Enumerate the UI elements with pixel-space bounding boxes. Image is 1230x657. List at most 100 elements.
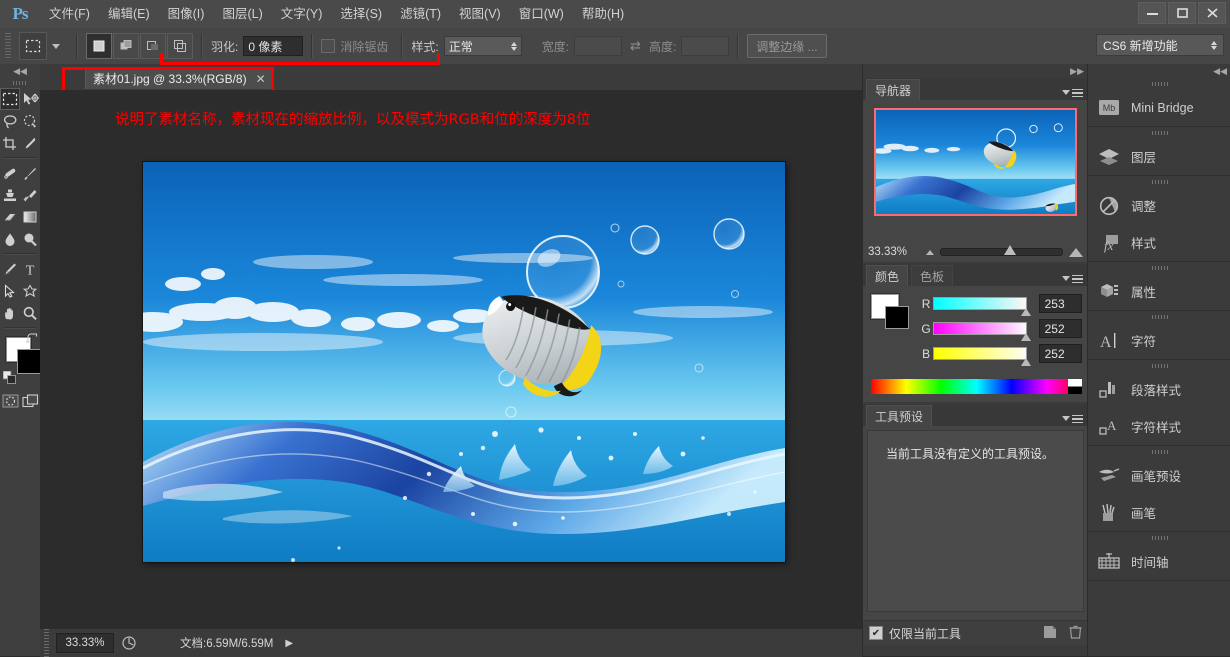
menu-image[interactable]: 图像(I) bbox=[159, 0, 214, 28]
icon-dock-grip[interactable] bbox=[1088, 446, 1230, 457]
menu-edit[interactable]: 编辑(E) bbox=[99, 0, 159, 28]
tool-custom-shape[interactable] bbox=[20, 280, 40, 302]
icon-dock-grip[interactable] bbox=[1088, 360, 1230, 371]
channel-value-b[interactable]: 252 bbox=[1038, 344, 1082, 363]
new-preset-icon[interactable] bbox=[1043, 625, 1057, 642]
menu-window[interactable]: 窗口(W) bbox=[510, 0, 573, 28]
panel-item-character[interactable]: A 字符 bbox=[1088, 322, 1230, 359]
close-icon[interactable]: ✕ bbox=[256, 72, 266, 86]
panel-item-adjustments[interactable]: 调整 bbox=[1088, 187, 1230, 224]
icon-dock-grip[interactable] bbox=[1088, 311, 1230, 322]
workspace-switcher[interactable]: CS6 新增功能 bbox=[1096, 34, 1224, 56]
toolbox-grip[interactable] bbox=[0, 78, 40, 88]
current-tool-only-checkbox[interactable]: ✔ bbox=[869, 626, 883, 640]
tool-eraser[interactable] bbox=[0, 206, 20, 228]
tool-presets-list[interactable]: 当前工具没有定义的工具预设。 bbox=[867, 430, 1084, 612]
color-background-swatch[interactable] bbox=[885, 306, 909, 329]
icon-dock-grip[interactable] bbox=[1088, 262, 1230, 273]
zoom-out-icon[interactable] bbox=[926, 249, 934, 255]
color-panel-menu-icon[interactable] bbox=[1062, 274, 1083, 283]
menu-layer[interactable]: 图层(L) bbox=[213, 0, 271, 28]
document-canvas[interactable] bbox=[143, 162, 785, 562]
channel-slider-r[interactable] bbox=[933, 297, 1031, 316]
tool-path-selection[interactable] bbox=[0, 280, 20, 302]
status-menu-arrow-icon[interactable]: ▶ bbox=[285, 638, 293, 649]
channel-slider-g[interactable] bbox=[933, 322, 1031, 341]
minimize-button[interactable] bbox=[1138, 2, 1166, 24]
tool-dodge[interactable] bbox=[20, 228, 40, 250]
tab-navigator[interactable]: 导航器 bbox=[866, 79, 921, 100]
panel-item-character-styles[interactable]: A 字符样式 bbox=[1088, 408, 1230, 445]
document-tab[interactable]: 素材01.jpg @ 33.3%(RGB/8) ✕ bbox=[85, 67, 274, 89]
panel-item-timeline[interactable]: 时间轴 bbox=[1088, 543, 1230, 580]
menu-view[interactable]: 视图(V) bbox=[450, 0, 510, 28]
panel-item-brush-presets[interactable]: 画笔预设 bbox=[1088, 457, 1230, 494]
tool-spot-healing-brush[interactable] bbox=[0, 162, 20, 184]
refine-edge-button[interactable]: 调整边缘 ... bbox=[747, 34, 827, 58]
channel-value-r[interactable]: 253 bbox=[1038, 294, 1082, 313]
tool-blur[interactable] bbox=[0, 228, 20, 250]
panel-item-layers[interactable]: 图层 bbox=[1088, 138, 1230, 175]
add-to-selection-button[interactable] bbox=[113, 33, 139, 59]
new-selection-button[interactable] bbox=[86, 33, 112, 59]
channel-value-g[interactable]: 252 bbox=[1038, 319, 1082, 338]
navigator-thumbnail[interactable] bbox=[874, 108, 1077, 216]
tab-swatches[interactable]: 色板 bbox=[911, 265, 954, 286]
tab-color[interactable]: 颜色 bbox=[866, 265, 909, 286]
menu-filter[interactable]: 滤镜(T) bbox=[391, 0, 450, 28]
tool-quick-selection[interactable] bbox=[20, 110, 40, 132]
quick-mask-icon[interactable] bbox=[0, 391, 20, 411]
tool-move[interactable] bbox=[20, 88, 40, 110]
zoom-slider-thumb[interactable] bbox=[1003, 245, 1016, 255]
navigator-zoom-slider[interactable] bbox=[926, 245, 1083, 257]
maximize-button[interactable] bbox=[1168, 2, 1196, 24]
menu-help[interactable]: 帮助(H) bbox=[573, 0, 633, 28]
tool-horizontal-type[interactable]: T bbox=[20, 258, 40, 280]
tool-presets-menu-icon[interactable] bbox=[1062, 414, 1083, 423]
tool-eyedropper[interactable] bbox=[20, 132, 40, 154]
channel-slider-thumb-r[interactable] bbox=[1020, 308, 1031, 316]
panel-item-brush[interactable]: 画笔 bbox=[1088, 494, 1230, 531]
toolbox-collapse-icon[interactable]: ◀◀ bbox=[0, 64, 40, 78]
height-input[interactable] bbox=[681, 36, 730, 56]
channel-slider-b[interactable] bbox=[933, 347, 1031, 366]
channel-slider-thumb-b[interactable] bbox=[1020, 358, 1031, 366]
color-spectrum-bar[interactable] bbox=[871, 379, 1082, 394]
screen-mode-icon[interactable] bbox=[20, 391, 40, 411]
tool-rectangular-marquee[interactable] bbox=[0, 88, 20, 110]
tool-gradient[interactable] bbox=[20, 206, 40, 228]
width-input[interactable] bbox=[574, 36, 623, 56]
tool-clone-stamp[interactable] bbox=[0, 184, 20, 206]
icon-dock-grip[interactable] bbox=[1088, 127, 1230, 138]
default-colors-icon[interactable] bbox=[2, 370, 16, 387]
options-bar-grip[interactable] bbox=[3, 33, 13, 59]
document-proxy-icon[interactable] bbox=[118, 634, 140, 652]
tool-zoom[interactable] bbox=[20, 302, 40, 324]
navigator-zoom-value[interactable]: 33.33% bbox=[868, 246, 926, 258]
panel-item-properties[interactable]: 属性 bbox=[1088, 273, 1230, 310]
zoom-slider-track[interactable] bbox=[940, 245, 1063, 256]
tool-preset-chevron-down-icon[interactable] bbox=[52, 43, 60, 49]
delete-preset-icon[interactable] bbox=[1069, 625, 1082, 642]
tool-history-brush[interactable] bbox=[20, 184, 40, 206]
navigator-panel-menu-icon[interactable] bbox=[1062, 88, 1083, 97]
intersect-selection-button[interactable] bbox=[167, 33, 193, 59]
icon-dock-grip[interactable] bbox=[1088, 78, 1230, 89]
panel-item-mini-bridge[interactable]: Mb Mini Bridge bbox=[1088, 89, 1230, 126]
close-button[interactable] bbox=[1198, 2, 1226, 24]
tool-brush[interactable] bbox=[20, 162, 40, 184]
menu-type[interactable]: 文字(Y) bbox=[272, 0, 332, 28]
antialias-checkbox[interactable] bbox=[321, 39, 336, 53]
right-dock-collapse-icon[interactable]: ▶▶ bbox=[863, 64, 1088, 78]
status-bar-grip[interactable] bbox=[40, 629, 54, 657]
canvas-area[interactable]: 说明了素材名称，素材现在的缩放比例，以及模式为RGB和位的深度为8位 bbox=[40, 90, 862, 628]
subtract-from-selection-button[interactable] bbox=[140, 33, 166, 59]
current-tool-icon[interactable] bbox=[19, 32, 47, 60]
icon-dock-grip[interactable] bbox=[1088, 176, 1230, 187]
panel-item-styles[interactable]: fx 样式 bbox=[1088, 224, 1230, 261]
channel-slider-thumb-g[interactable] bbox=[1020, 333, 1031, 341]
zoom-in-icon[interactable] bbox=[1069, 247, 1083, 257]
zoom-level-input[interactable]: 33.33% bbox=[56, 633, 114, 653]
feather-input[interactable]: 0 像素 bbox=[243, 36, 304, 56]
tab-tool-presets[interactable]: 工具预设 bbox=[866, 405, 933, 426]
